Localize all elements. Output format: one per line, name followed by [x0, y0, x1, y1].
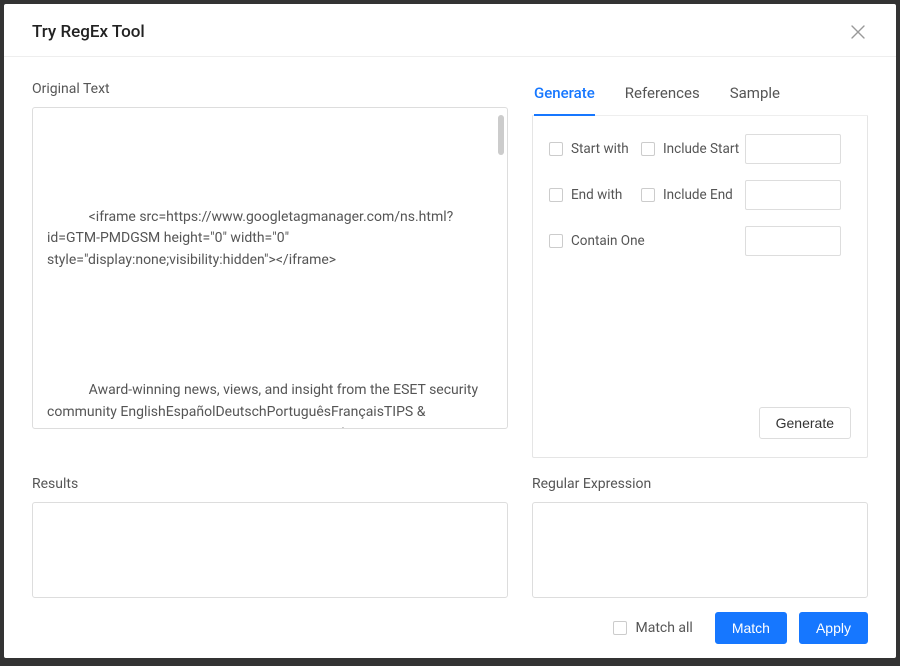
match-all-label: Match all [635, 620, 692, 636]
generate-options: Start with Include Start End with [549, 134, 851, 272]
modal-body: Original Text <iframe src=https://www.go… [4, 57, 896, 458]
checkbox-icon [641, 188, 655, 202]
modal-footer: Match all Match Apply [4, 598, 896, 658]
contain-one-input[interactable] [745, 226, 841, 256]
include-start-label: Include Start [663, 141, 739, 157]
include-end-checkbox[interactable]: Include End [641, 187, 745, 203]
end-with-checkbox[interactable]: End with [549, 187, 641, 203]
right-column: Generate References Sample Start with In… [532, 81, 868, 458]
checkbox-icon [549, 142, 563, 156]
end-with-input[interactable] [745, 180, 841, 210]
checkbox-icon [641, 142, 655, 156]
checkbox-icon [549, 234, 563, 248]
regex-label: Regular Expression [532, 476, 868, 492]
original-text-column: Original Text <iframe src=https://www.go… [32, 81, 508, 458]
include-end-label: Include End [663, 187, 733, 203]
regex-column: Regular Expression [532, 476, 868, 598]
results-column: Results [32, 476, 508, 598]
match-button[interactable]: Match [715, 612, 787, 644]
tab-references[interactable]: References [625, 82, 700, 116]
results-label: Results [32, 476, 508, 492]
generate-panel: Start with Include Start End with [532, 116, 868, 458]
modal-title: Try RegEx Tool [32, 22, 145, 42]
lower-row: Results Regular Expression [4, 458, 896, 598]
results-box[interactable] [32, 502, 508, 598]
generate-button[interactable]: Generate [759, 407, 851, 439]
match-all-checkbox[interactable]: Match all [613, 620, 692, 636]
end-with-label: End with [571, 187, 622, 203]
start-with-label: Start with [571, 141, 629, 157]
checkbox-icon [549, 188, 563, 202]
scrollbar-thumb[interactable] [498, 115, 504, 155]
original-text-label: Original Text [32, 81, 508, 97]
include-start-checkbox[interactable]: Include Start [641, 141, 745, 157]
tab-sample[interactable]: Sample [730, 82, 780, 116]
apply-button[interactable]: Apply [799, 612, 868, 644]
tab-generate[interactable]: Generate [534, 82, 595, 116]
tab-bar: Generate References Sample [532, 81, 868, 116]
start-with-checkbox[interactable]: Start with [549, 141, 641, 157]
regex-input[interactable] [532, 502, 868, 598]
checkbox-icon [613, 621, 627, 635]
original-text-input[interactable]: <iframe src=https://www.googletagmanager… [32, 107, 508, 429]
contain-one-checkbox[interactable]: Contain One [549, 233, 745, 249]
regex-tool-modal: Try RegEx Tool Original Text <iframe src… [4, 4, 896, 658]
close-icon[interactable] [848, 22, 868, 42]
original-text-content: <iframe src=https://www.googletagmanager… [47, 120, 493, 429]
contain-one-label: Contain One [571, 233, 645, 249]
start-with-input[interactable] [745, 134, 841, 164]
modal-header: Try RegEx Tool [4, 4, 896, 57]
